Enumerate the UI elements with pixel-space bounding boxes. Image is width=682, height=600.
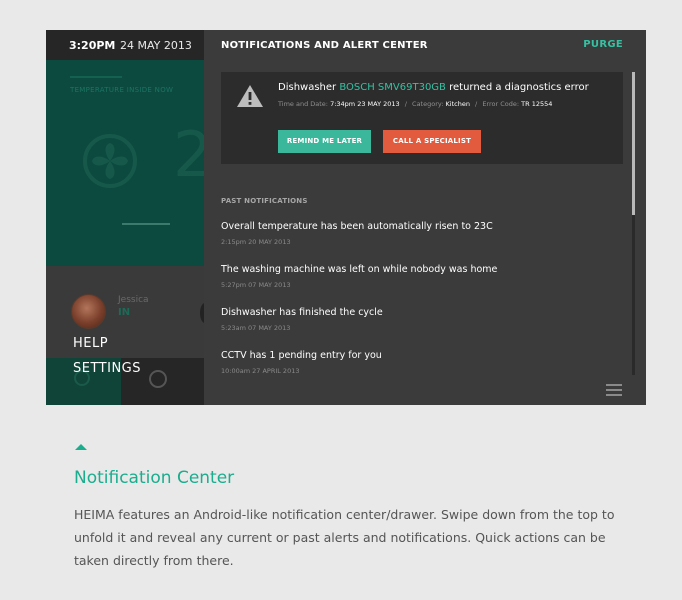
past-notification-item[interactable]: Dishwasher has finished the cycle 5:23am… <box>221 307 621 332</box>
remind-later-button[interactable]: REMIND ME LATER <box>278 130 371 153</box>
purge-button[interactable]: PURGE <box>583 39 623 50</box>
past-notification-item[interactable]: The washing machine was left on while no… <box>221 264 621 289</box>
caret-up-icon <box>75 444 87 450</box>
background-dashboard: 3:20PM 24 MAY 2013 TEMPERATURE INSIDE NO… <box>46 30 212 405</box>
alert-details: Time and Date: 7:34pm 23 MAY 2013 / Cate… <box>278 100 553 108</box>
alert-category-label: Category: <box>412 100 444 108</box>
alert-message-suffix: returned a diagnostics error <box>449 82 589 93</box>
clock-time: 3:20PM <box>69 39 116 52</box>
alert-error-label: Error Code: <box>482 100 520 108</box>
past-notification-item[interactable]: CCTV has 1 pending entry for you 10:00am… <box>221 350 621 375</box>
notification-drawer: NOTIFICATIONS AND ALERT CENTER PURGE Dis… <box>204 30 646 405</box>
alert-device: Dishwasher <box>278 82 337 93</box>
past-notification-time: 5:27pm 07 MAY 2013 <box>221 281 291 289</box>
tablet-screen: 3:20PM 24 MAY 2013 TEMPERATURE INSIDE NO… <box>46 30 646 405</box>
tile-divider <box>122 223 170 225</box>
fan-icon <box>83 134 137 188</box>
caption-title: Notification Center <box>74 468 235 488</box>
alert-category-value: Kitchen <box>445 100 470 108</box>
warning-icon <box>237 85 263 107</box>
alert-model[interactable]: BOSCH SMV69T30GB <box>339 82 446 93</box>
clock-date: 24 MAY 2013 <box>120 39 192 52</box>
user-tile[interactable]: Jessica IN <box>46 266 210 358</box>
alert-card: Dishwasher BOSCH SMV69T30GB returned a d… <box>221 72 623 164</box>
past-notification-time: 5:23am 07 MAY 2013 <box>221 324 291 332</box>
tile-accent-line <box>70 76 122 78</box>
scrollbar-thumb[interactable] <box>632 72 635 215</box>
past-notification-time: 2:15pm 20 MAY 2013 <box>221 238 291 246</box>
past-notification-item[interactable]: Overall temperature has been automatical… <box>221 221 621 246</box>
user-status: IN <box>118 307 131 318</box>
past-notification-text: CCTV has 1 pending entry for you <box>221 350 382 361</box>
past-notification-text: Overall temperature has been automatical… <box>221 221 493 232</box>
alert-error-value: TR 12554 <box>521 100 553 108</box>
call-specialist-button[interactable]: CALL A SPECIALIST <box>383 130 481 153</box>
past-notification-text: The washing machine was left on while no… <box>221 264 498 275</box>
past-notification-time: 10:00am 27 APRIL 2013 <box>221 367 300 375</box>
status-bar: 3:20PM 24 MAY 2013 <box>46 30 204 60</box>
temperature-tile[interactable]: TEMPERATURE INSIDE NOW 2 <box>46 60 212 266</box>
drawer-title: NOTIFICATIONS AND ALERT CENTER <box>221 40 428 51</box>
drawer-handle-icon[interactable] <box>606 384 622 396</box>
past-notification-text: Dishwasher has finished the cycle <box>221 307 383 318</box>
past-notifications-heading: PAST NOTIFICATIONS <box>221 197 308 205</box>
alert-time-value: 7:34pm 23 MAY 2013 <box>330 100 400 108</box>
help-menu-item[interactable]: HELP <box>73 336 108 351</box>
caption-body: HEIMA features an Android-like notificat… <box>74 507 615 568</box>
scrollbar-track[interactable] <box>632 215 635 375</box>
alert-time-label: Time and Date: <box>278 100 328 108</box>
temperature-label: TEMPERATURE INSIDE NOW <box>70 86 174 94</box>
avatar <box>71 294 106 329</box>
settings-menu-item[interactable]: SETTINGS <box>73 361 141 376</box>
alert-message: Dishwasher BOSCH SMV69T30GB returned a d… <box>278 82 589 93</box>
user-name: Jessica <box>118 295 149 305</box>
fan-small-icon <box>149 370 167 388</box>
